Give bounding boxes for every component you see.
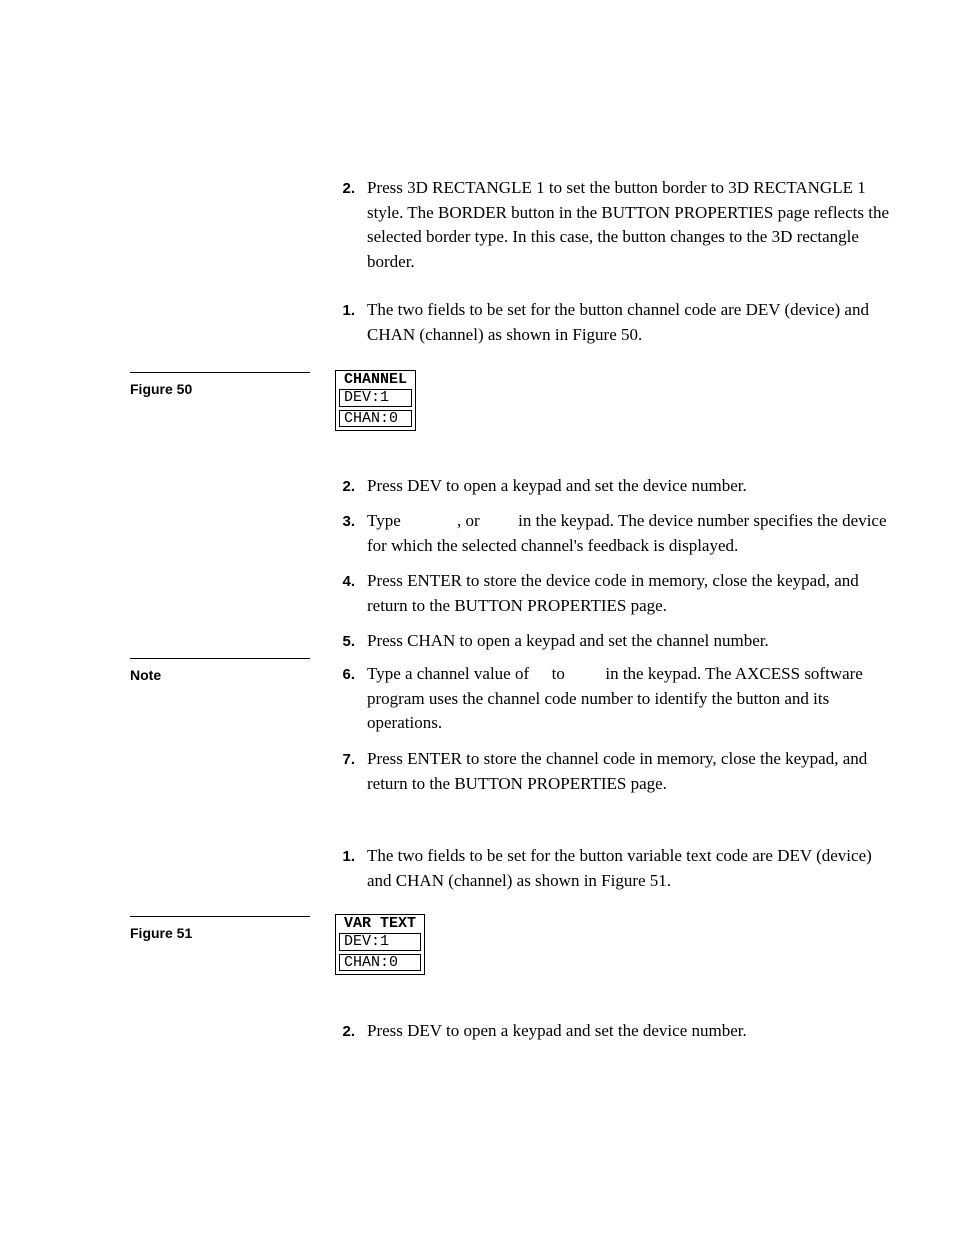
list-text: Type , or in the keypad. The device numb… (367, 509, 895, 558)
lcd-title: VAR TEXT (336, 915, 424, 933)
list-text: Press DEV to open a keypad and set the d… (367, 1019, 895, 1044)
list-item: 1. The two fields to be set for the butt… (335, 298, 895, 347)
list-number: 7. (335, 747, 355, 796)
figure-label: Figure 51 (130, 916, 310, 943)
lcd-row-dev: DEV:1 (339, 389, 412, 407)
text-fragment: in the keypad. The device number specifi… (367, 511, 887, 555)
list-item: 1. The two fields to be set for the butt… (335, 844, 895, 893)
lcd-row-chan: CHAN:0 (339, 954, 421, 972)
list-item: 3. Type , or in the keypad. The device n… (335, 509, 895, 558)
page: 2. Press 3D RECTANGLE 1 to set the butto… (0, 0, 954, 1235)
text-fragment: , or (457, 511, 484, 530)
list-item: 4. Press ENTER to store the device code … (335, 569, 895, 618)
list-item: 6. Type a channel value of to in the key… (335, 662, 895, 736)
list-number: 3. (335, 509, 355, 558)
list-item: 2. Press DEV to open a keypad and set th… (335, 1019, 895, 1044)
list-number: 5. (335, 629, 355, 654)
list-text: The two fields to be set for the button … (367, 298, 895, 347)
text-fragment: Type (367, 511, 405, 530)
list-text: The two fields to be set for the button … (367, 844, 895, 893)
channel-lcd-display: CHANNEL DEV:1 CHAN:0 (335, 370, 416, 431)
list-number: 4. (335, 569, 355, 618)
list-item: 2. Press 3D RECTANGLE 1 to set the butto… (335, 176, 895, 275)
list-text: Press ENTER to store the device code in … (367, 569, 895, 618)
list-number: 2. (335, 1019, 355, 1044)
list-text: Type a channel value of to in the keypad… (367, 662, 895, 736)
list-text: Press CHAN to open a keypad and set the … (367, 629, 895, 654)
text-fragment: to (547, 664, 569, 683)
note-label: Note (130, 658, 310, 685)
list-number: 1. (335, 298, 355, 347)
list-item: 5. Press CHAN to open a keypad and set t… (335, 629, 895, 654)
list-text: Press 3D RECTANGLE 1 to set the button b… (367, 176, 895, 275)
list-number: 2. (335, 176, 355, 275)
list-text: Press ENTER to store the channel code in… (367, 747, 895, 796)
note-heading: Note (130, 658, 310, 685)
list-item: 7. Press ENTER to store the channel code… (335, 747, 895, 796)
lcd-row-chan: CHAN:0 (339, 410, 412, 428)
list-text: Press DEV to open a keypad and set the d… (367, 474, 895, 499)
list-number: 2. (335, 474, 355, 499)
figure51-label: Figure 51 (130, 916, 310, 943)
list-number: 6. (335, 662, 355, 736)
figure50-label: Figure 50 (130, 372, 310, 399)
list-item: 2. Press DEV to open a keypad and set th… (335, 474, 895, 499)
list-number: 1. (335, 844, 355, 893)
text-fragment: Type a channel value of (367, 664, 533, 683)
figure-label: Figure 50 (130, 372, 310, 399)
lcd-title: CHANNEL (336, 371, 415, 389)
lcd-row-dev: DEV:1 (339, 933, 421, 951)
vartext-lcd-display: VAR TEXT DEV:1 CHAN:0 (335, 914, 425, 975)
